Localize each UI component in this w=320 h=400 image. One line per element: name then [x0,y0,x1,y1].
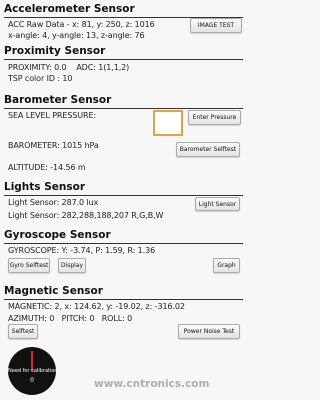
compass-dial: Need for calibration 0 [8,347,58,395]
enter-pressure-button[interactable]: Enter Pressure [188,110,241,125]
section-divider [4,59,243,60]
barometer-selftest-button[interactable]: Barometer Selftest [176,142,240,157]
light-sensor-button[interactable]: Light Sensor [195,197,240,211]
gyro-selftest-button[interactable]: Gyro Selftest [8,258,50,273]
magnetic-values: MAGNETIC: 2, x: 124.62, y: -19.02, z: -3… [8,302,185,311]
magnetic-title: Magnetic Sensor [4,285,103,297]
gyroscope-title: Gyroscope Sensor [4,229,111,241]
gyroscope-values: GYROSCOPE: Y: -3.74, P: 1.59, R: 1.36 [8,246,156,255]
calibration-text: Need for calibration [8,368,58,374]
image-test-button[interactable]: IMAGE TEST [190,18,242,33]
acc-angles: x-angle: 4, y-angle: 13, z-angle: 76 [8,31,145,40]
altitude-value: ALTITUDE: -14.56 m [8,163,86,172]
acc-raw-data: ACC Raw Data - x: 81, y: 250, z: 1016 [8,20,155,29]
watermark: www.cntronics.com [94,378,210,390]
magnetic-orientation: AZIMUTH: 0 PITCH: 0 ROLL: 0 [8,314,133,323]
light-rgbw-value: Light Sensor: 282,288,188,207 R,G,B,W [8,211,164,220]
power-noise-test-button[interactable]: Power Noise Test [178,324,240,339]
gyro-graph-button[interactable]: Graph [213,258,240,273]
light-lux-value: Light Sensor: 287.0 lux [8,198,99,207]
accelerometer-title: Accelerometer Sensor [4,3,135,15]
section-divider [4,299,243,300]
gyro-display-button[interactable]: Display [58,258,86,273]
section-divider [4,195,243,196]
compass-degrees: 0 [30,377,34,384]
barometer-value: BAROMETER: 1015 hPa [8,141,99,150]
barometer-title: Barometer Sensor [4,94,112,106]
tsp-color-id: TSP color ID : 10 [8,74,73,83]
proximity-values: PROXIMITY: 0.0 ADC: 1(1,1,2) [8,63,130,72]
lights-title: Lights Sensor [4,181,86,193]
section-divider [4,108,243,109]
proximity-title: Proximity Sensor [4,45,106,57]
magnetic-selftest-button[interactable]: Selftest [8,324,38,339]
sea-level-pressure-label: SEA LEVEL PRESSURE: [8,111,97,120]
section-divider [4,243,243,244]
sea-level-pressure-input[interactable] [153,110,183,136]
